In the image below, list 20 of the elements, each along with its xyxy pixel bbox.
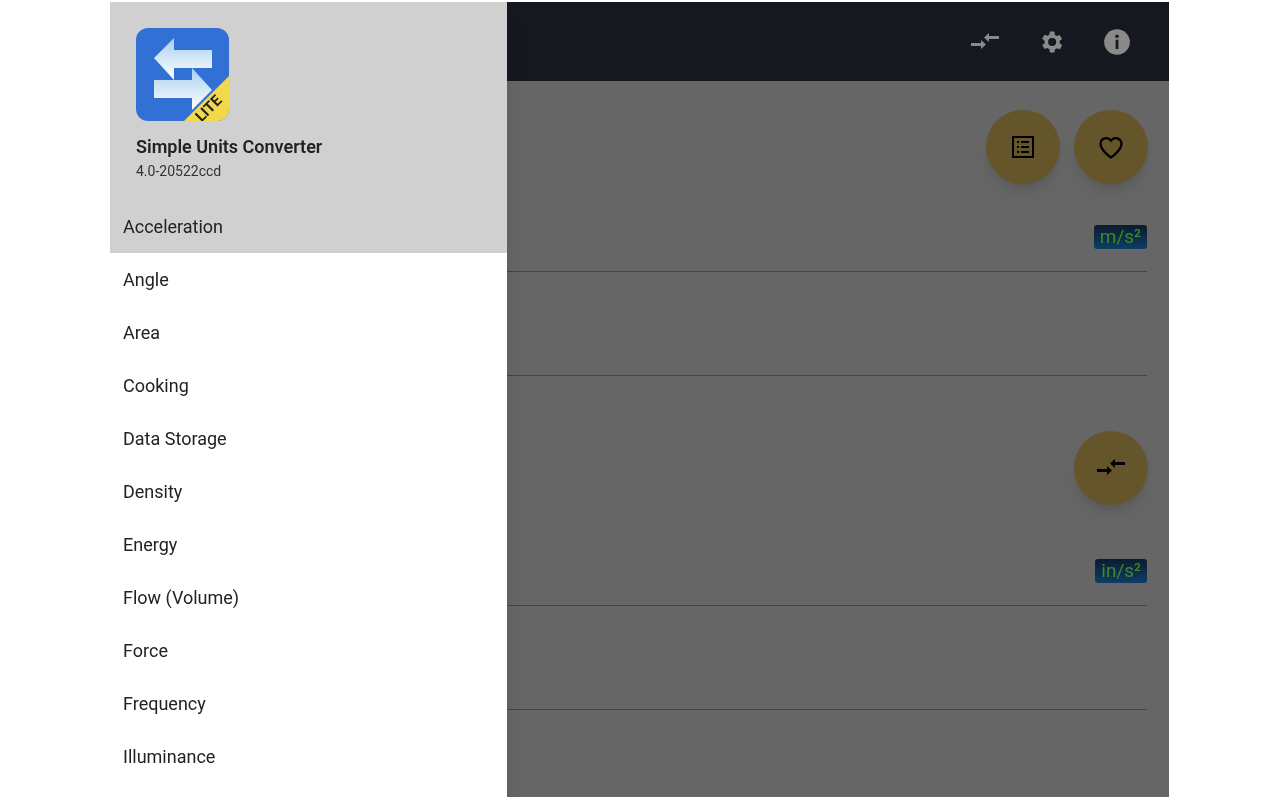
arrows-swap-icon bbox=[1097, 458, 1125, 478]
drawer-item[interactable]: Angle bbox=[110, 253, 507, 306]
drawer-item[interactable]: Acceleration bbox=[110, 200, 507, 253]
drawer-item[interactable]: Energy bbox=[110, 518, 507, 571]
drawer-item[interactable]: Flow (Volume) bbox=[110, 571, 507, 624]
app-title: Simple Units Converter bbox=[136, 135, 324, 159]
unit-badge: in/s² bbox=[1095, 558, 1147, 583]
drawer-item[interactable]: Force bbox=[110, 624, 507, 677]
app-version: 4.0-20522ccd bbox=[136, 162, 223, 181]
drawer-item[interactable]: Area bbox=[110, 306, 507, 359]
list-icon bbox=[1011, 135, 1035, 159]
drawer-item[interactable]: Illuminance bbox=[110, 730, 507, 783]
drawer-item[interactable]: Cooking bbox=[110, 359, 507, 412]
info-icon bbox=[1103, 27, 1131, 56]
unit-badge: m/s² bbox=[1093, 224, 1147, 249]
drawer-item[interactable]: Density bbox=[110, 465, 507, 518]
drawer-item[interactable]: Data Storage bbox=[110, 412, 507, 465]
arrows-swap-icon bbox=[971, 31, 999, 52]
drawer-item[interactable]: Frequency bbox=[110, 677, 507, 730]
heart-icon bbox=[1097, 134, 1125, 160]
